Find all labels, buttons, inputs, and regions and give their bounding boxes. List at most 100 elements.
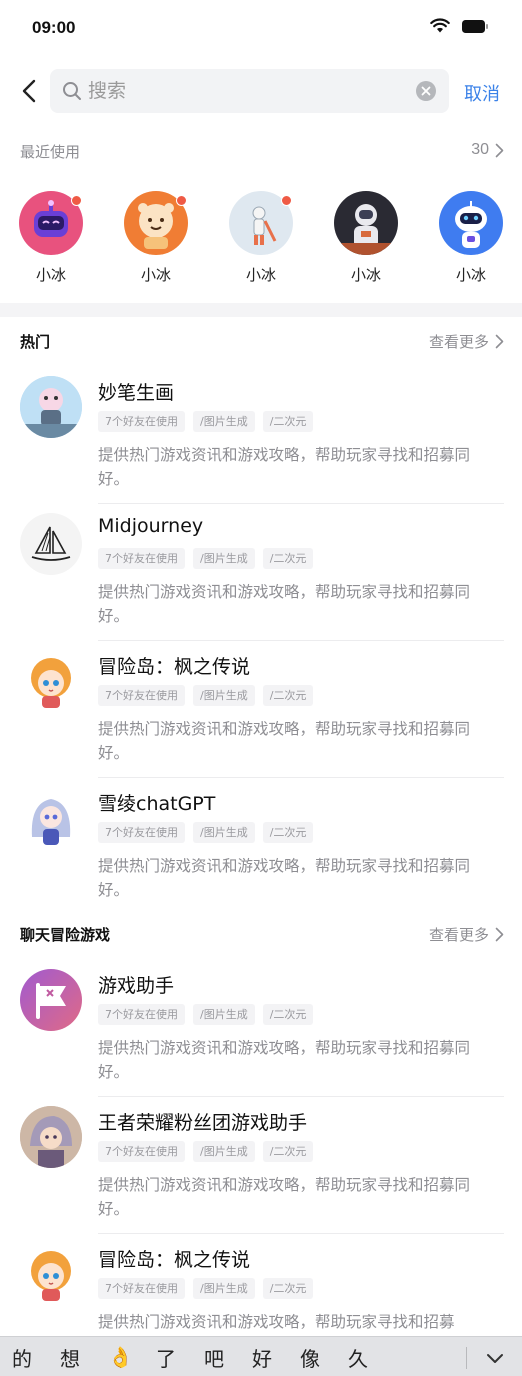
bot-description: 提供热门游戏资讯和游戏攻略，帮助玩家寻找和招募同好。 bbox=[98, 1039, 471, 1081]
recent-item[interactable]: 小冰 bbox=[116, 191, 196, 285]
cancel-button[interactable]: 取消 bbox=[464, 80, 500, 106]
item-separator bbox=[98, 1096, 504, 1097]
white-robot-avatar-icon bbox=[439, 191, 503, 255]
sailboat-logo-icon bbox=[20, 513, 82, 575]
recent-item-name: 小冰 bbox=[35, 266, 66, 284]
recent-header: 最近使用 30 bbox=[20, 141, 504, 163]
suggestion-word[interactable]: 吧 bbox=[204, 1343, 252, 1372]
search-row: 取消 bbox=[0, 66, 522, 116]
tag-list: 7个好友在使用 /图片生成 /二次元 bbox=[98, 685, 314, 706]
recent-item[interactable]: 小冰 bbox=[11, 191, 91, 285]
item-separator bbox=[98, 1233, 504, 1234]
search-icon bbox=[62, 81, 82, 105]
suggestion-word[interactable]: 了 bbox=[156, 1343, 204, 1372]
friends-tag: 7个好友在使用 bbox=[98, 822, 185, 843]
tag-list: 7个好友在使用 /图片生成 /二次元 bbox=[98, 411, 314, 432]
back-button[interactable] bbox=[14, 74, 44, 108]
category-tag: /图片生成 bbox=[193, 685, 255, 706]
tag-list: 7个好友在使用 /图片生成 /二次元 bbox=[98, 822, 314, 843]
tag-list: 7个好友在使用 /图片生成 /二次元 bbox=[98, 1278, 314, 1299]
suggestion-word[interactable]: 想 bbox=[60, 1343, 108, 1372]
suggestion-word[interactable]: 久 bbox=[348, 1343, 396, 1372]
friends-tag: 7个好友在使用 bbox=[98, 411, 185, 432]
suggestion-word[interactable]: 的 bbox=[12, 1343, 60, 1372]
bot-list-item[interactable]: Midjourney 7个好友在使用 /图片生成 /二次元 提供热门游戏资讯和游… bbox=[0, 505, 522, 641]
category-tag: /二次元 bbox=[262, 1004, 314, 1025]
anime-girl-orange-avatar-icon bbox=[20, 1243, 82, 1305]
astronaut-dark-avatar-icon bbox=[334, 191, 398, 255]
flag-logo-icon bbox=[20, 969, 82, 1031]
suggestion-word[interactable]: 好 bbox=[252, 1343, 300, 1372]
recent-item-name: 小冰 bbox=[455, 266, 486, 284]
suggestion-word[interactable]: 像 bbox=[300, 1343, 348, 1372]
recent-item[interactable]: 小冰 bbox=[431, 191, 511, 285]
section-divider bbox=[0, 303, 522, 317]
item-separator bbox=[98, 640, 504, 641]
chevron-right-icon bbox=[495, 143, 504, 157]
wifi-icon bbox=[430, 18, 450, 37]
status-icons bbox=[430, 18, 488, 37]
unread-badge bbox=[71, 195, 82, 206]
bot-list-item[interactable]: 王者荣耀粉丝团游戏助手 7个好友在使用 /图片生成 /二次元 提供热门游戏资讯和… bbox=[0, 1098, 522, 1234]
collapse-keyboard-button[interactable] bbox=[484, 1347, 506, 1369]
bot-description: 提供热门游戏资讯和游戏攻略，帮助玩家寻找和招募同好。 bbox=[98, 1176, 471, 1218]
status-time: 09:00 bbox=[32, 18, 76, 37]
recent-title: 最近使用 bbox=[20, 143, 81, 161]
friends-tag: 7个好友在使用 bbox=[98, 1278, 185, 1299]
item-separator bbox=[98, 777, 504, 778]
bot-list-item[interactable]: 游戏助手 7个好友在使用 /图片生成 /二次元 提供热门游戏资讯和游戏攻略，帮助… bbox=[0, 961, 522, 1097]
search-input[interactable] bbox=[88, 69, 408, 113]
view-more-label: 查看更多 bbox=[428, 926, 489, 944]
category-tag: /二次元 bbox=[262, 548, 314, 569]
view-more-link[interactable]: 查看更多 bbox=[429, 331, 504, 352]
clear-icon[interactable] bbox=[416, 81, 436, 101]
category-tag: /二次元 bbox=[262, 822, 314, 843]
status-bar: 09:00 bbox=[0, 0, 522, 58]
search-box[interactable] bbox=[50, 69, 449, 113]
recent-item-name: 小冰 bbox=[350, 266, 381, 284]
anime-girl-orange-avatar-icon bbox=[20, 650, 82, 712]
category-tag: /图片生成 bbox=[193, 1278, 255, 1299]
category-tag: /图片生成 bbox=[193, 548, 255, 569]
bot-list-item[interactable]: 妙笔生画 7个好友在使用 /图片生成 /二次元 提供热门游戏资讯和游戏攻略，帮助… bbox=[0, 368, 522, 504]
recent-count: 30 bbox=[471, 141, 489, 158]
friends-tag: 7个好友在使用 bbox=[98, 548, 185, 569]
category-tag: /图片生成 bbox=[193, 411, 255, 432]
item-separator bbox=[98, 503, 504, 504]
recent-item-name: 小冰 bbox=[140, 266, 171, 284]
tag-list: 7个好友在使用 /图片生成 /二次元 bbox=[98, 1004, 314, 1025]
battery-icon bbox=[462, 18, 488, 37]
section-title: 热门 bbox=[20, 333, 51, 351]
recent-count-link[interactable]: 30 bbox=[471, 141, 504, 159]
category-tag: /二次元 bbox=[262, 411, 314, 432]
category-tag: /图片生成 bbox=[193, 1004, 255, 1025]
bot-list-item[interactable]: 雪绫chatGPT 7个好友在使用 /图片生成 /二次元 提供热门游戏资讯和游戏… bbox=[0, 779, 522, 915]
suggestion-list: 的 想 👌 了 吧 好 像 久 bbox=[12, 1337, 396, 1376]
bot-description: 提供热门游戏资讯和游戏攻略，帮助玩家寻找和招募同好。 bbox=[98, 583, 471, 625]
painting-robot-avatar-icon bbox=[20, 376, 82, 438]
anime-girl-silver-avatar-icon bbox=[20, 787, 82, 849]
bot-list-item[interactable]: 冒险岛：枫之传说 7个好友在使用 /图片生成 /二次元 提供热门游戏资讯和游戏攻… bbox=[0, 642, 522, 778]
recent-item[interactable]: 小冰 bbox=[221, 191, 301, 285]
bot-name: 冒险岛：枫之传说 bbox=[98, 1249, 251, 1271]
category-tag: /二次元 bbox=[262, 1278, 314, 1299]
bot-description: 提供热门游戏资讯和游戏攻略，帮助玩家寻找和招募同好。 bbox=[98, 857, 471, 899]
section-header-hot: 热门 查看更多 bbox=[20, 331, 504, 355]
bot-description: 提供热门游戏资讯和游戏攻略，帮助玩家寻找和招募同好。 bbox=[98, 720, 471, 762]
bot-description: 提供热门游戏资讯和游戏攻略，帮助玩家寻找和招募 bbox=[98, 1313, 455, 1331]
game-hero-avatar-icon bbox=[20, 1106, 82, 1168]
chevron-left-icon bbox=[22, 79, 36, 103]
chevron-right-icon bbox=[495, 927, 504, 942]
category-tag: /图片生成 bbox=[193, 822, 255, 843]
suggestion-divider bbox=[466, 1347, 467, 1369]
friends-tag: 7个好友在使用 bbox=[98, 685, 185, 706]
recent-item[interactable]: 小冰 bbox=[326, 191, 406, 285]
suggestion-word[interactable]: 👌 bbox=[108, 1345, 156, 1369]
category-tag: /二次元 bbox=[262, 1141, 314, 1162]
bot-name: 游戏助手 bbox=[98, 975, 175, 997]
bot-name: 王者荣耀粉丝团游戏助手 bbox=[98, 1112, 308, 1134]
friends-tag: 7个好友在使用 bbox=[98, 1141, 185, 1162]
category-tag: /图片生成 bbox=[193, 1141, 255, 1162]
recent-list: 小冰 小冰 小冰 小冰 小冰 bbox=[0, 191, 522, 291]
view-more-link[interactable]: 查看更多 bbox=[429, 924, 504, 945]
